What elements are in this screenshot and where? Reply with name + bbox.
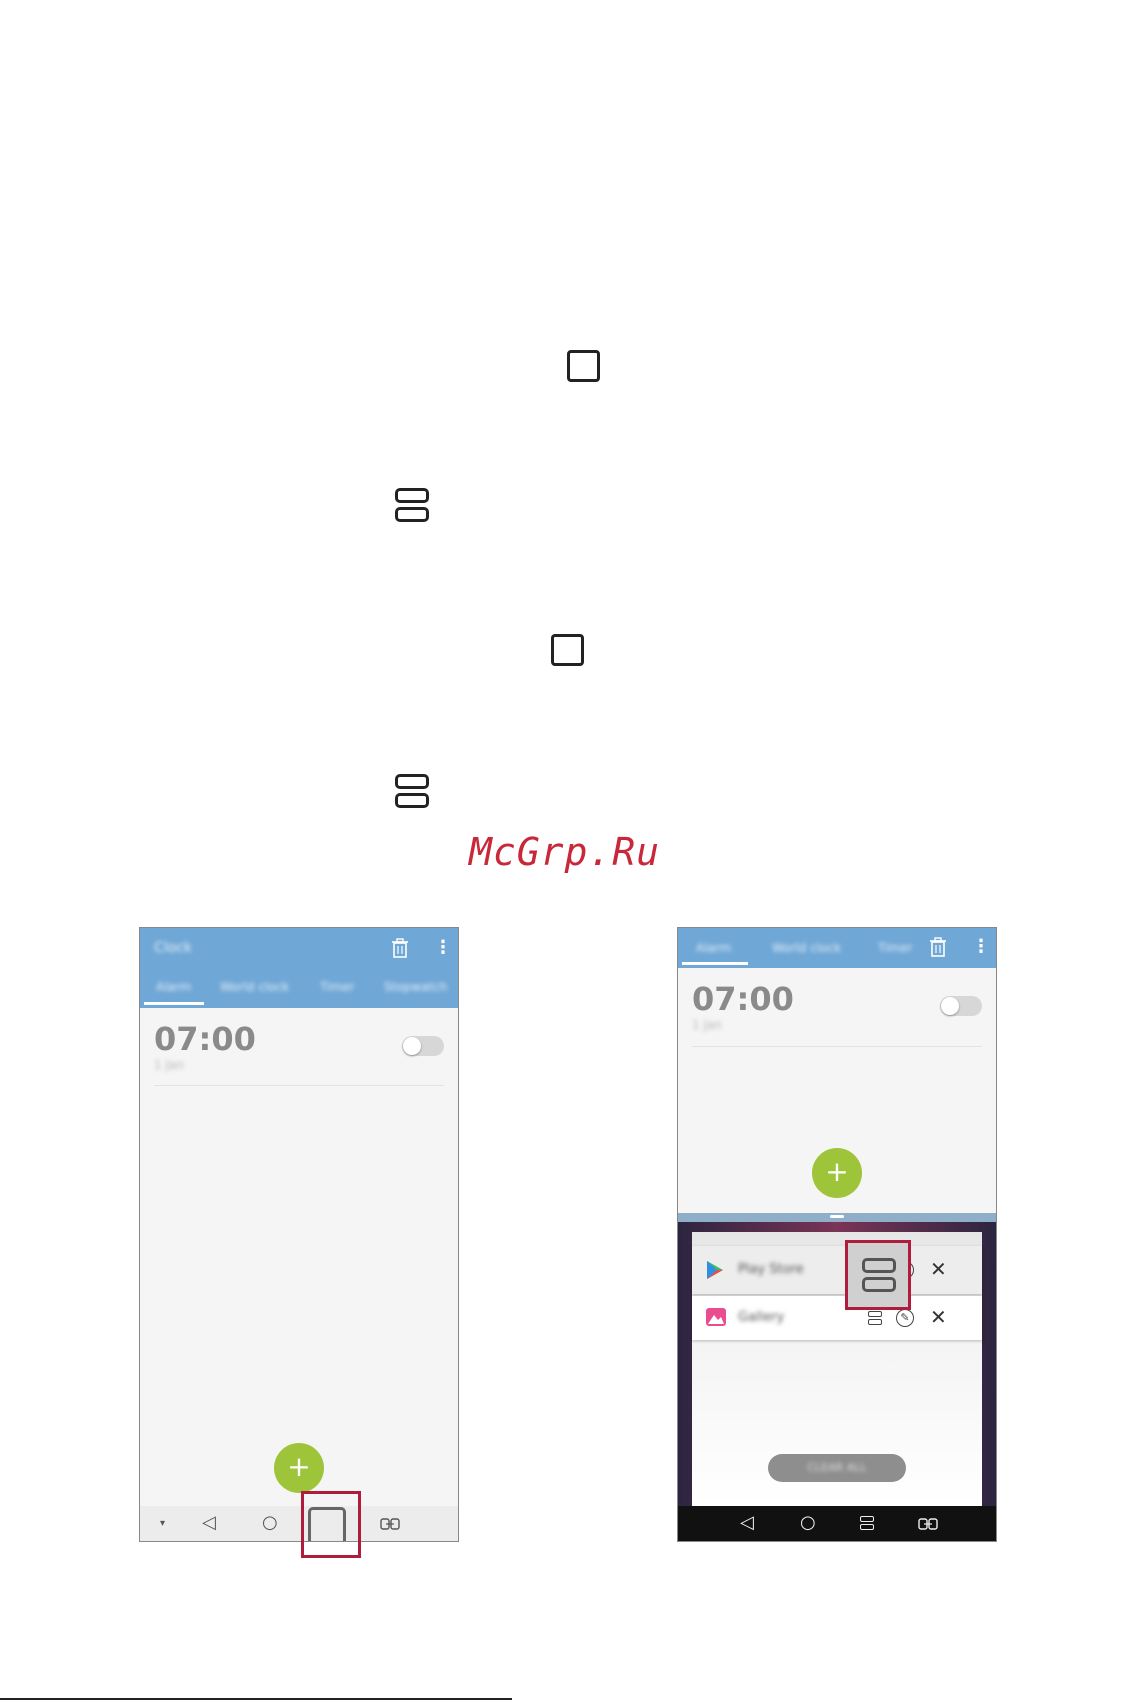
- watermark: McGrp.Ru: [469, 830, 661, 874]
- recent-apps-square-icon: [567, 350, 600, 382]
- alarm-time: 07:00: [692, 980, 794, 1018]
- footer-rule: [0, 1698, 512, 1700]
- active-tab-indicator: [682, 962, 748, 965]
- app-bar: Clock ⋮ Alarm World clock Timer Stopwatc…: [140, 928, 458, 1008]
- alarm-time: 07:00: [154, 1020, 256, 1058]
- home-icon[interactable]: ○: [800, 1514, 816, 1532]
- play-store-icon: [707, 1261, 723, 1279]
- split-screen-icon: [395, 488, 429, 522]
- split-screen-icon: [862, 1258, 896, 1292]
- split-screen-icon: [395, 774, 429, 808]
- pin-icon[interactable]: ✎: [896, 1309, 914, 1327]
- active-tab-indicator: [144, 1002, 204, 1005]
- back-icon[interactable]: ◁: [740, 1514, 754, 1532]
- alarm-date: 1 Jan: [692, 1018, 722, 1032]
- recent-apps-panel: Play Store ✎ ✕ Gallery ✎ ✕ CLEAR ALL: [678, 1222, 996, 1506]
- tab-alarm[interactable]: Alarm: [696, 941, 731, 955]
- split-divider[interactable]: [678, 1213, 996, 1222]
- navigation-bar: ▾ ◁ ○: [140, 1506, 458, 1541]
- dual-window-icon[interactable]: [918, 1517, 938, 1531]
- split-screen-highlight[interactable]: [845, 1240, 911, 1310]
- app-bar: Alarm World clock Timer ⋮: [678, 928, 996, 968]
- recent-card-play-store[interactable]: Play Store ✎ ✕: [692, 1246, 982, 1294]
- split-screen-icon[interactable]: [860, 1516, 874, 1530]
- dual-window-icon[interactable]: [380, 1517, 400, 1531]
- left-phone-screenshot: Clock ⋮ Alarm World clock Timer Stopwatc…: [139, 927, 459, 1542]
- close-icon[interactable]: ✕: [930, 1307, 947, 1327]
- recent-card-gallery[interactable]: Gallery ✎ ✕: [692, 1296, 982, 1340]
- alarm-date: 1 Jan: [154, 1058, 184, 1072]
- recent-apps-square-icon: [551, 634, 584, 666]
- delete-icon[interactable]: [391, 938, 409, 958]
- add-alarm-button[interactable]: +: [274, 1443, 324, 1493]
- tab-world-clock[interactable]: World clock: [220, 980, 289, 994]
- list-divider: [692, 1046, 982, 1047]
- tab-world-clock[interactable]: World clock: [772, 941, 841, 955]
- recent-apps-highlight: [301, 1491, 361, 1558]
- app-title: Clock: [154, 940, 193, 956]
- list-divider: [154, 1085, 444, 1086]
- top-window: Alarm World clock Timer ⋮ 07:00 1 Jan +: [678, 928, 996, 1213]
- clear-all-button[interactable]: CLEAR ALL: [768, 1454, 906, 1482]
- collapse-icon[interactable]: ▾: [160, 1515, 165, 1533]
- navigation-bar: ◁ ○: [678, 1506, 996, 1541]
- tab-alarm[interactable]: Alarm: [156, 980, 191, 994]
- more-options-icon[interactable]: ⋮: [434, 937, 452, 958]
- back-icon[interactable]: ◁: [202, 1514, 216, 1532]
- add-alarm-button[interactable]: +: [812, 1148, 862, 1198]
- close-icon[interactable]: ✕: [930, 1259, 947, 1279]
- delete-icon[interactable]: [929, 937, 947, 957]
- card-app-name: Play Store: [738, 1262, 804, 1277]
- gallery-icon: [706, 1308, 726, 1326]
- tab-timer[interactable]: Timer: [878, 941, 912, 955]
- more-options-icon[interactable]: ⋮: [972, 936, 990, 957]
- tab-timer[interactable]: Timer: [320, 980, 354, 994]
- tab-stopwatch[interactable]: Stopwatch: [384, 980, 447, 994]
- clear-all-label: CLEAR ALL: [807, 1461, 867, 1474]
- home-icon[interactable]: ○: [262, 1514, 278, 1532]
- alarm-toggle[interactable]: [940, 996, 982, 1016]
- card-app-name: Gallery: [738, 1310, 785, 1325]
- right-phone-screenshot: Alarm World clock Timer ⋮ 07:00 1 Jan +: [677, 927, 997, 1542]
- split-screen-icon[interactable]: [868, 1311, 882, 1325]
- alarm-toggle[interactable]: [402, 1036, 444, 1056]
- divider-handle: [830, 1215, 844, 1218]
